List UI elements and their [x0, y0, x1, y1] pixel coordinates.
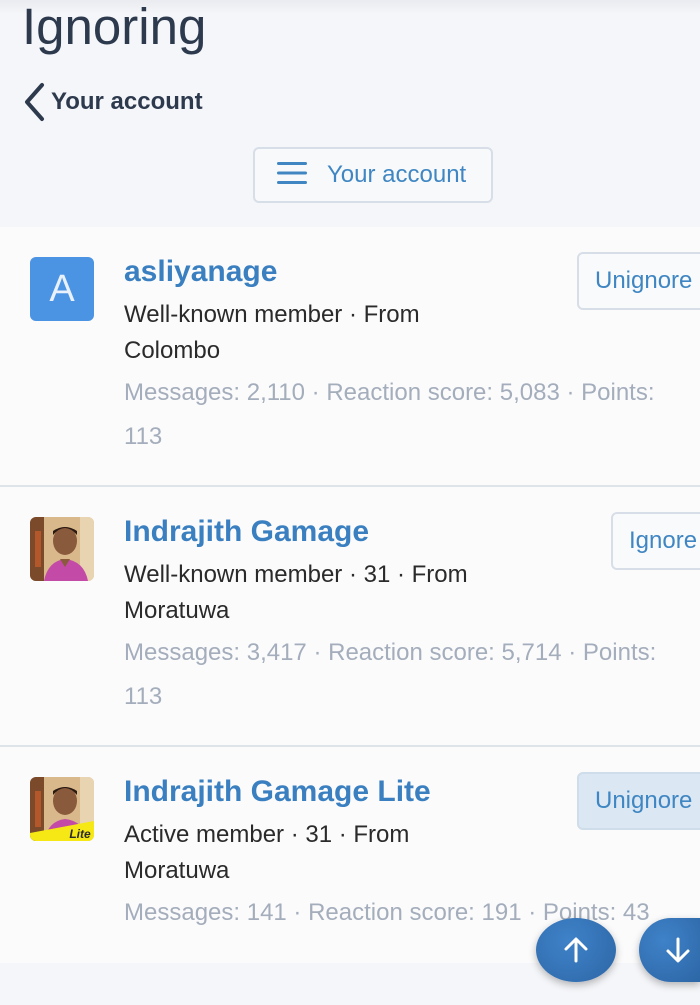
scroll-up-button[interactable]: [536, 918, 616, 982]
member-row-indrajith-gamage: Indrajith Gamage Well-known member · 31 …: [0, 487, 700, 747]
account-menu-label: Your account: [327, 161, 467, 188]
member-stats-points: 113: [124, 683, 163, 710]
avatar-letter: A: [49, 267, 75, 310]
chevron-left-icon: [22, 82, 48, 122]
back-link-label: Your account: [51, 88, 203, 115]
member-stats-points: 113: [124, 423, 163, 450]
account-menu-button[interactable]: Your account: [253, 147, 493, 203]
ignored-members-list: A asliyanage Well-known member · From Co…: [0, 227, 700, 963]
member-stats-line: Messages: 141 · Reaction score: 191 · Po…: [124, 899, 650, 926]
avatar-photo: Lite: [30, 777, 94, 841]
arrow-up-icon: [562, 936, 590, 964]
page-title: Ignoring: [22, 0, 207, 55]
member-stats: Messages: 3,417 · Reaction score: 5,714 …: [124, 631, 700, 719]
member-row-asliyanage: A asliyanage Well-known member · From Co…: [0, 227, 700, 487]
member-meta: Well-known member · 31 · From Moratuwa: [124, 561, 468, 624]
member-stats-line: Messages: 2,110 · Reaction score: 5,083 …: [124, 379, 655, 406]
arrow-down-icon: [664, 936, 692, 964]
member-meta: Well-known member · From Colombo: [124, 301, 420, 364]
hamburger-menu-icon: [277, 161, 307, 190]
avatar-photo: [30, 517, 94, 581]
member-username[interactable]: Indrajith Gamage Lite: [124, 775, 431, 809]
member-username[interactable]: Indrajith Gamage: [124, 515, 369, 549]
avatar-badge-text: Lite: [69, 827, 91, 841]
avatar[interactable]: A: [30, 257, 94, 321]
ignore-button[interactable]: Ignore: [611, 512, 700, 570]
unignore-button[interactable]: Unignore: [577, 252, 700, 310]
member-stats: Messages: 141 · Reaction score: 191 · Po…: [124, 891, 700, 935]
member-stats: Messages: 2,110 · Reaction score: 5,083 …: [124, 371, 700, 459]
scroll-down-button[interactable]: [639, 918, 700, 982]
member-username[interactable]: asliyanage: [124, 255, 277, 289]
member-stats-line: Messages: 3,417 · Reaction score: 5,714 …: [124, 639, 657, 666]
back-link[interactable]: Your account: [22, 82, 203, 122]
unignore-button[interactable]: Unignore: [577, 772, 700, 830]
avatar[interactable]: Lite: [30, 777, 94, 841]
member-meta: Active member · 31 · From Moratuwa: [124, 821, 410, 884]
avatar[interactable]: [30, 517, 94, 581]
